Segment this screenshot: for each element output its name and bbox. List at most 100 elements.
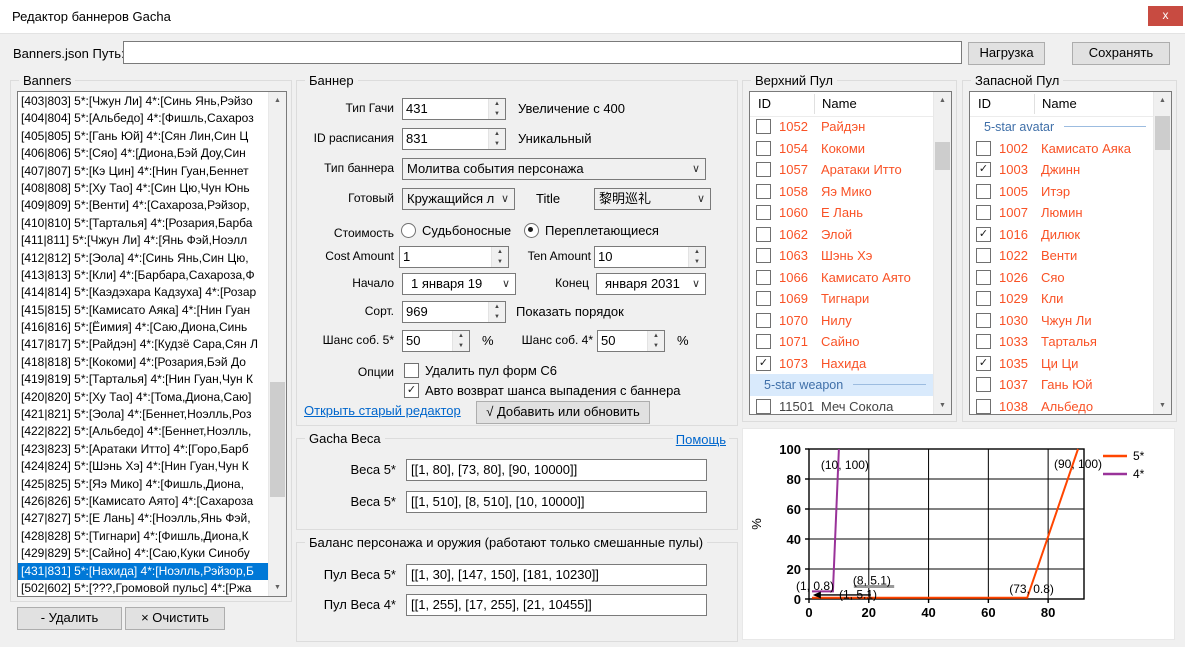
checkbox-icon[interactable] [976,205,991,220]
banner-type-select[interactable]: Молитва события персонажа ∨ [402,158,706,180]
banner-row[interactable]: [412|812] 5*:[Эола] 4*:[Синь Янь,Син Цю, [18,250,269,267]
ten-amount-spinner[interactable]: 10 ▲▼ [594,246,706,268]
spin-up-icon[interactable]: ▲ [489,99,505,109]
scrollbar-thumb[interactable] [935,142,950,170]
spin-down-icon[interactable]: ▼ [492,257,508,267]
banner-row[interactable]: [502|602] 5*:[???,Громовой пульс] 4*:[Рж… [18,580,269,596]
reserve-pool-list[interactable]: ID Name 5-star avatar1002Камисато Аяка✓1… [969,91,1172,415]
banner-row[interactable]: [423|823] 5*:[Аратаки Итто] 4*:[Горо,Бар… [18,441,269,458]
checkbox-icon[interactable] [976,184,991,199]
checkbox-icon[interactable] [756,248,771,263]
scroll-up-icon[interactable]: ▲ [269,92,286,109]
pool-row[interactable]: 1071Сайно [750,331,934,353]
pool-row[interactable]: 1052Райдэн [750,116,934,138]
checkbox-icon[interactable] [976,377,991,392]
banner-row[interactable]: [417|817] 5*:[Райдэн] 4*:[Кудзё Сара,Сян… [18,336,269,353]
column-header-id[interactable]: ID [978,96,991,111]
banner-row[interactable]: [416|816] 5*:[Ёимия] 4*:[Саю,Диона,Синь [18,319,269,336]
column-header-id[interactable]: ID [758,96,771,111]
banner-row[interactable]: [403|803] 5*:[Чжун Ли] 4*:[Синь Янь,Рэйз… [18,93,269,110]
checkbox-icon[interactable] [756,184,771,199]
old-editor-link[interactable]: Открыть старый редактор [304,403,461,418]
delete-banner-button[interactable]: - Удалить [17,607,122,630]
banner-row[interactable]: [431|831] 5*:[Нахида] 4*:[Ноэлль,Рэйзор,… [18,563,269,580]
checkbox-icon[interactable] [976,270,991,285]
checkbox-icon[interactable] [976,248,991,263]
checkbox-icon[interactable] [756,270,771,285]
save-button[interactable]: Сохранять [1072,42,1170,65]
checkbox-icon[interactable] [976,313,991,328]
banner-row[interactable]: [422|822] 5*:[Альбедо] 4*:[Беннет,Ноэлль… [18,423,269,440]
column-header-name[interactable]: Name [1042,96,1077,111]
pool-row[interactable]: 1054Кокоми [750,138,934,160]
banners-scrollbar[interactable]: ▲ ▼ [268,92,286,596]
banner-row[interactable]: [411|811] 5*:[Чжун Ли] 4*:[Янь Фэй,Ноэлл [18,232,269,249]
spin-down-icon[interactable]: ▼ [648,341,664,351]
scroll-up-icon[interactable]: ▲ [1154,92,1171,109]
checkbox-icon[interactable] [756,119,771,134]
close-button[interactable]: x [1148,6,1183,26]
spin-down-icon[interactable]: ▼ [489,312,505,322]
reserve-pool-scrollbar[interactable]: ▲ ▼ [1153,92,1171,414]
scroll-down-icon[interactable]: ▼ [269,579,286,596]
banner-row[interactable]: [407|807] 5*:[Кэ Цин] 4*:[Нин Гуан,Бенне… [18,163,269,180]
pool-group-header[interactable]: 5-star avatar [970,116,1154,138]
checkbox-icon[interactable] [756,291,771,306]
pool-row[interactable]: 1022Венти [970,245,1154,267]
scrollbar-thumb[interactable] [1155,116,1170,150]
checkbox-icon[interactable] [976,399,991,414]
banner-row[interactable]: [419|819] 5*:[Тарталья] 4*:[Нин Гуан,Чун… [18,371,269,388]
spin-down-icon[interactable]: ▼ [489,139,505,149]
spin-down-icon[interactable]: ▼ [453,341,469,351]
banner-row[interactable]: [428|828] 5*:[Тигнари] 4*:[Фишль,Диона,К [18,528,269,545]
begin-date-select[interactable]: 1 января 19 ∨ [402,273,516,295]
pool-row[interactable]: ✓1073Нахида [750,353,934,375]
scroll-down-icon[interactable]: ▼ [934,397,951,414]
spin-down-icon[interactable]: ▼ [489,109,505,119]
checkbox-checked-icon[interactable]: ✓ [976,356,991,371]
clear-banners-button[interactable]: × Очистить [125,607,225,630]
pool-row[interactable]: 1069Тигнари [750,288,934,310]
chance5-spinner[interactable]: 50 ▲▼ [402,330,470,352]
pool-row[interactable]: 1005Итэр [970,181,1154,203]
pool-group-header[interactable]: 5-star weapon [750,374,934,396]
checkbox-icon[interactable] [756,141,771,156]
pool-row[interactable]: 1070Нилу [750,310,934,332]
banner-row[interactable]: [413|813] 5*:[Кли] 4*:[Барбара,Сахароза,… [18,267,269,284]
pool-row[interactable]: 11501Меч Сокола [750,396,934,415]
banner-row[interactable]: [424|824] 5*:[Шэнь Хэ] 4*:[Нин Гуан,Чун … [18,458,269,475]
scrollbar-thumb[interactable] [270,382,285,497]
prefab-select[interactable]: Кружащийся л ∨ [402,188,515,210]
sort-spinner[interactable]: 969 ▲▼ [402,301,506,323]
pool-row[interactable]: ✓1035Ци Ци [970,353,1154,375]
pool-row[interactable]: 1066Камисато Аято [750,267,934,289]
pool-row[interactable]: 1029Кли [970,288,1154,310]
banner-row[interactable]: [404|804] 5*:[Альбедо] 4*:[Фишль,Сахароз [18,110,269,127]
radio-intertwined[interactable]: Переплетающиеся [524,223,659,238]
help-link[interactable]: Помощь [673,432,729,447]
pool-row[interactable]: 1002Камисато Аяка [970,138,1154,160]
pool-row[interactable]: 1060Е Лань [750,202,934,224]
spin-up-icon[interactable]: ▲ [489,129,505,139]
title-select[interactable]: 黎明巡礼 ∨ [594,188,711,210]
pool-weights5-input[interactable]: [[1, 30], [147, 150], [181, 10230]] [406,564,707,586]
checkbox-icon[interactable] [756,227,771,242]
banner-row[interactable]: [421|821] 5*:[Эола] 4*:[Беннет,Ноэлль,Ро… [18,406,269,423]
radio-fate[interactable]: Судьбоносные [401,223,511,238]
gacha-type-spinner[interactable]: 431 ▲▼ [402,98,506,120]
banner-row[interactable]: [409|809] 5*:[Венти] 4*:[Сахароза,Рэйзор… [18,197,269,214]
scroll-down-icon[interactable]: ▼ [1154,397,1171,414]
pool-row[interactable]: 1063Шэнь Хэ [750,245,934,267]
cost-amount-spinner[interactable]: 1 ▲▼ [399,246,509,268]
spin-down-icon[interactable]: ▼ [689,257,705,267]
checkbox-icon[interactable] [756,313,771,328]
option-auto-return[interactable]: ✓Авто возврат шанса выпадения с баннера [404,383,681,398]
add-update-button[interactable]: √ Добавить или обновить [476,401,650,424]
pool-row[interactable]: 1058Яэ Мико [750,181,934,203]
banner-row[interactable]: [426|826] 5*:[Камисато Аято] 4*:[Сахароз… [18,493,269,510]
banner-row[interactable]: [405|805] 5*:[Гань Юй] 4*:[Сян Лин,Син Ц [18,128,269,145]
column-header-name[interactable]: Name [822,96,857,111]
chance4-spinner[interactable]: 50 ▲▼ [597,330,665,352]
weights5b-input[interactable]: [[1, 510], [8, 510], [10, 10000]] [406,491,707,513]
spin-up-icon[interactable]: ▲ [489,302,505,312]
